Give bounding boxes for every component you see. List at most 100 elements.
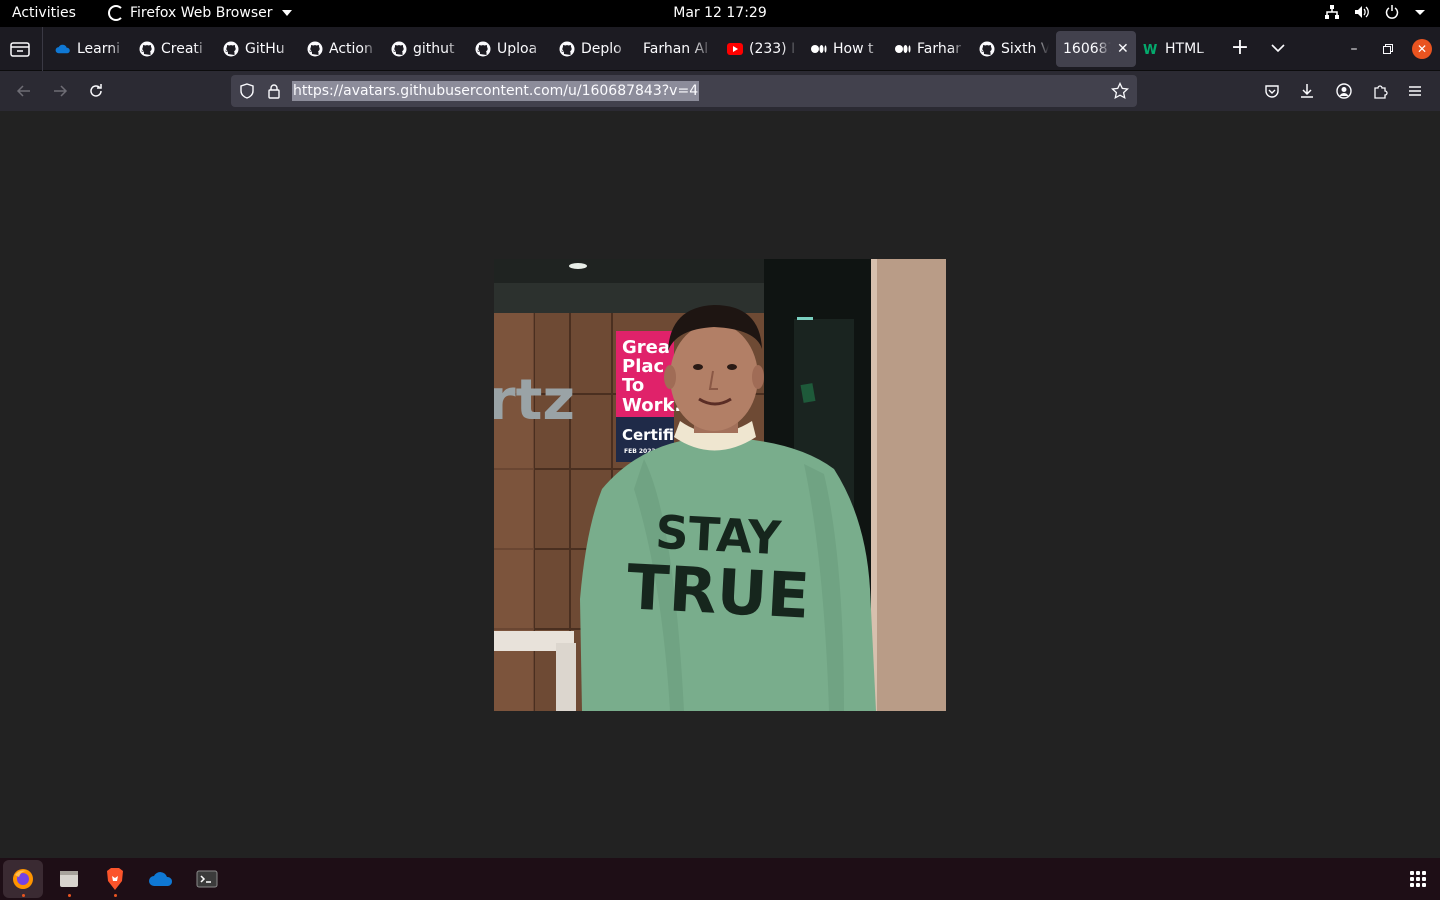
tab-label: githut <box>413 41 455 57</box>
running-indicator <box>67 894 71 897</box>
firefox-icon <box>13 869 33 889</box>
arrow-right-icon <box>54 85 68 97</box>
tab-4[interactable]: Action <box>300 31 384 67</box>
onedrive-icon <box>149 872 173 886</box>
account-button[interactable] <box>1334 81 1354 101</box>
github-icon <box>979 41 995 57</box>
files-icon <box>60 871 78 887</box>
terminal-icon <box>196 870 218 888</box>
dock-terminal[interactable] <box>187 860 227 898</box>
tab-1[interactable]: Learni <box>48 31 132 67</box>
reload-icon <box>90 84 102 97</box>
github-icon <box>475 41 491 57</box>
account-icon <box>1336 83 1352 99</box>
divider <box>42 27 43 71</box>
tab-8[interactable]: Farhan Al <box>636 31 720 67</box>
reload-button[interactable] <box>86 81 106 101</box>
show-apps-grid-icon[interactable] <box>1410 871 1426 887</box>
firefox-view-icon[interactable] <box>8 39 32 59</box>
clock[interactable]: Mar 12 17:29 <box>0 5 1440 21</box>
tab-label: Uploa <box>497 41 538 57</box>
app-menu-button[interactable] <box>1405 81 1425 101</box>
minimize-button[interactable]: – <box>1345 39 1363 59</box>
pocket-button[interactable] <box>1262 81 1282 101</box>
github-icon <box>559 41 575 57</box>
tab-strip: Learni Creati GitHu Action githut Uploa Deplo F… <box>0 27 1440 71</box>
dock-brave[interactable] <box>95 860 135 898</box>
downloads-button[interactable] <box>1297 81 1317 101</box>
svg-text:W: W <box>1143 43 1157 56</box>
youtube-icon <box>727 41 743 57</box>
close-window-button[interactable]: ✕ <box>1412 39 1432 59</box>
running-indicator <box>113 894 117 897</box>
tab-label: Action <box>329 41 373 57</box>
lock-icon[interactable] <box>267 83 281 99</box>
volume-icon <box>1355 6 1369 18</box>
brave-icon <box>107 868 123 890</box>
dock-firefox[interactable] <box>3 860 43 898</box>
w3-icon: W <box>1143 41 1159 57</box>
running-indicator <box>21 894 25 897</box>
hamburger-icon <box>1409 86 1421 96</box>
nav-bar: https://avatars.githubusercontent.com/u/… <box>0 71 1440 111</box>
tab-2[interactable]: Creati <box>132 31 216 67</box>
url-text[interactable]: https://avatars.githubusercontent.com/u/… <box>292 81 700 101</box>
tab-label: How t <box>833 41 874 57</box>
download-icon <box>1301 84 1313 98</box>
tab-7[interactable]: Deplo <box>552 31 636 67</box>
github-icon <box>391 41 407 57</box>
new-tab-button[interactable]: + <box>1228 37 1252 61</box>
tab-label: Farhar <box>917 41 962 57</box>
tab-3[interactable]: GitHu <box>216 31 300 67</box>
close-tab-icon[interactable]: ✕ <box>1117 41 1129 57</box>
forward-button[interactable] <box>50 81 70 101</box>
shirt-text-line-2: TRUE <box>625 550 811 632</box>
tab-11[interactable]: Farhar <box>888 31 972 67</box>
dock-onedrive[interactable] <box>141 860 181 898</box>
tab-label: (233) I <box>749 41 796 57</box>
tab-5[interactable]: githut <box>384 31 468 67</box>
bookmark-star-icon[interactable] <box>1111 82 1129 100</box>
extensions-button[interactable] <box>1370 81 1390 101</box>
url-bar[interactable]: https://avatars.githubusercontent.com/u/… <box>231 75 1137 107</box>
onedrive-icon <box>55 41 71 57</box>
page-content: rtz Grea Plac To Work. Certifi FEB 2023 <box>0 111 1440 858</box>
medium-icon <box>811 41 827 57</box>
avatar-photo-illustration: rtz Grea Plac To Work. Certifi FEB 2023 <box>494 259 946 711</box>
tab-label: Deplo <box>581 41 622 57</box>
gnome-top-bar: Activities Firefox Web Browser Mar 12 17… <box>0 0 1440 27</box>
tab-label: Creati <box>161 41 203 57</box>
tab-label: Learni <box>77 41 121 57</box>
tab-14[interactable]: W HTML <box>1136 31 1220 67</box>
dock <box>0 858 1440 900</box>
list-all-tabs-icon[interactable] <box>1270 41 1286 55</box>
shield-icon[interactable] <box>239 83 255 99</box>
poster-line-2: Plac <box>622 356 664 377</box>
poster-line-4: Work. <box>622 395 681 416</box>
github-icon <box>139 41 155 57</box>
back-button[interactable] <box>14 81 34 101</box>
tab-label: HTML <box>1165 41 1204 57</box>
pocket-icon <box>1265 85 1279 98</box>
tab-label: 160687 <box>1063 41 1111 57</box>
avatar-image[interactable]: rtz Grea Plac To Work. Certifi FEB 2023 <box>494 259 946 711</box>
github-icon <box>223 41 239 57</box>
tab-13[interactable]: 160687 ✕ <box>1056 31 1136 67</box>
medium-icon <box>895 41 911 57</box>
system-tray[interactable] <box>1324 4 1426 20</box>
tab-10[interactable]: How t <box>804 31 888 67</box>
tab-label: Sixth V <box>1001 41 1049 57</box>
tab-6[interactable]: Uploa <box>468 31 552 67</box>
wall-sign: rtz <box>494 368 575 433</box>
tab-label: GitHu <box>245 41 285 57</box>
tab-12[interactable]: Sixth V <box>972 31 1056 67</box>
poster-line-5: Certifi <box>622 426 674 444</box>
maximize-button[interactable] <box>1379 39 1397 59</box>
chevron-down-icon <box>1415 10 1425 15</box>
github-icon <box>307 41 323 57</box>
poster-line-1: Grea <box>622 337 670 358</box>
tab-9[interactable]: (233) I <box>720 31 804 67</box>
dock-files[interactable] <box>49 860 89 898</box>
tab-label: Farhan Al <box>643 41 709 57</box>
tabs: Learni Creati GitHu Action githut Uploa Deplo F… <box>48 31 1220 67</box>
